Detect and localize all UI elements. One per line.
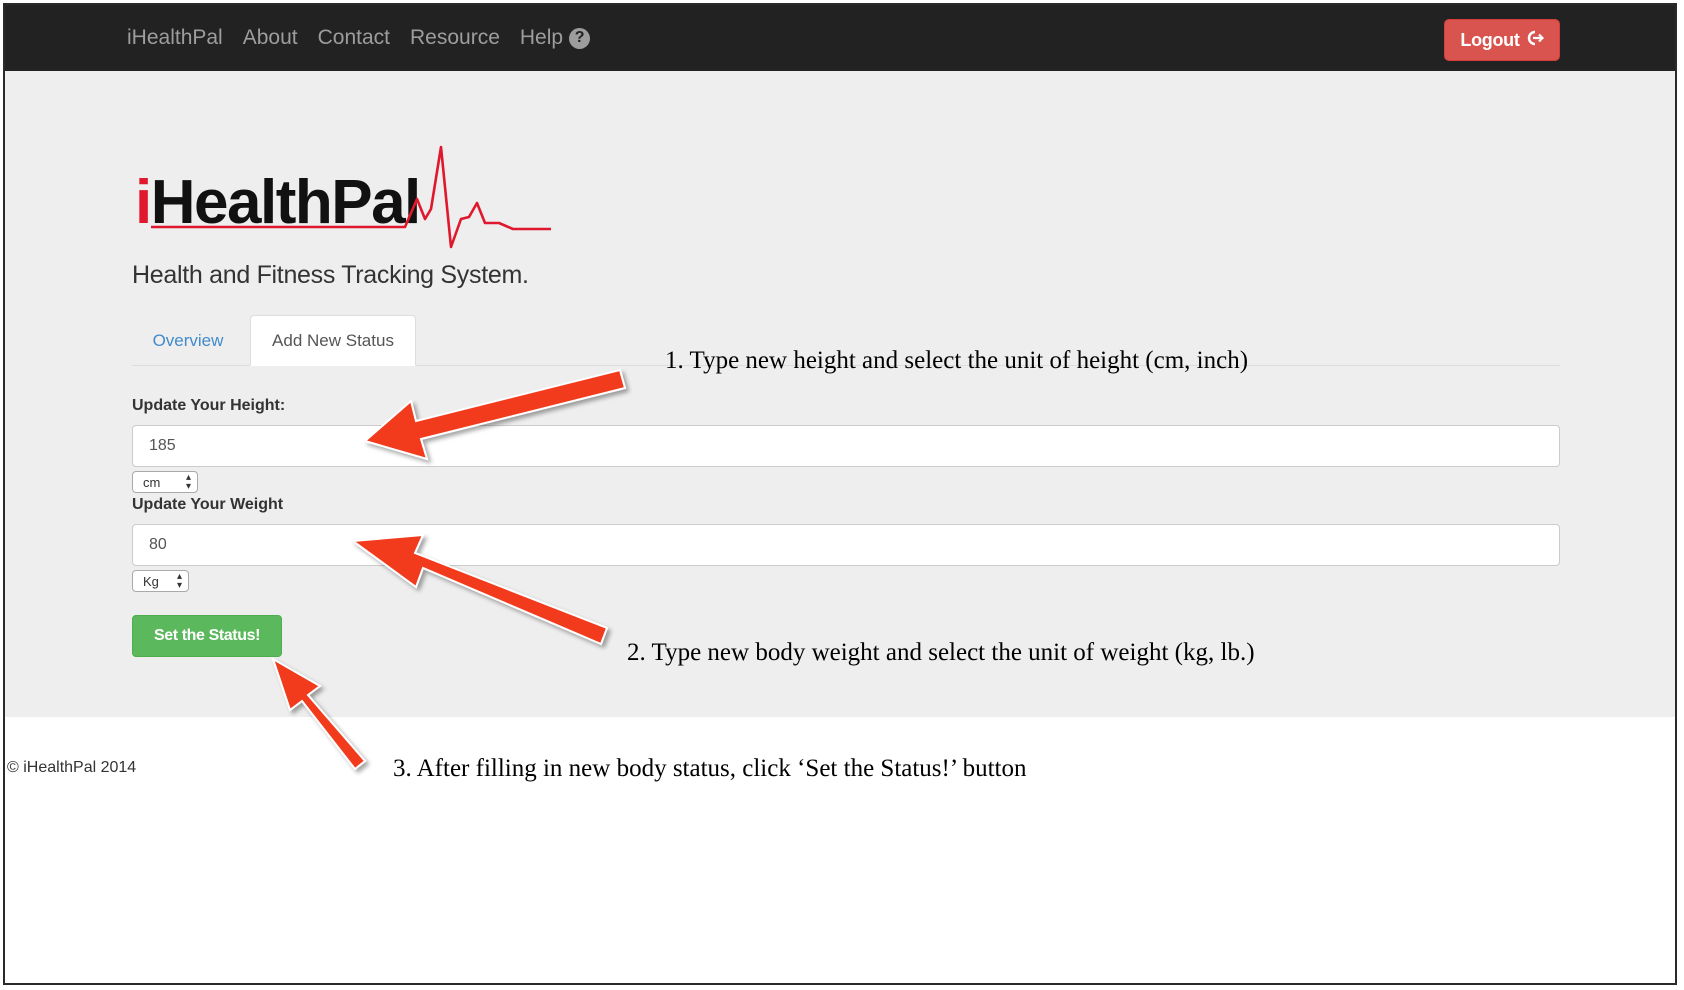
arrow-to-button-icon	[271, 656, 367, 771]
screenshot-frame: iHealthPal About Contact Resource Help ?…	[3, 3, 1677, 985]
arrow-to-height-icon	[362, 368, 627, 461]
annotation-arrows	[271, 368, 627, 771]
arrow-to-weight-icon	[350, 533, 609, 646]
